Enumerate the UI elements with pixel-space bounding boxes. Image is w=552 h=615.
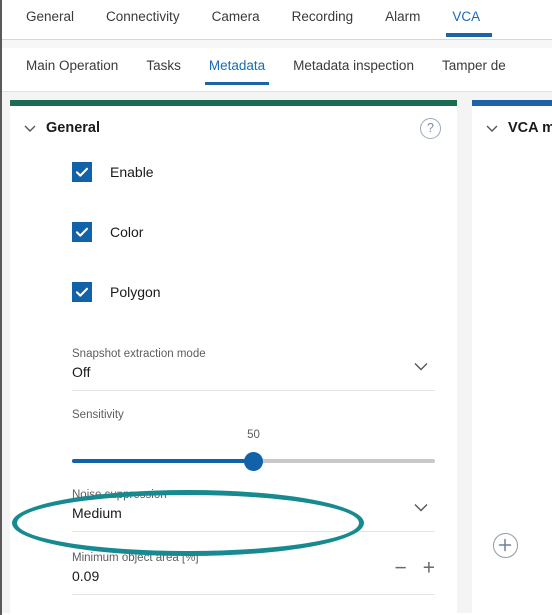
tab-general[interactable]: General (10, 0, 90, 35)
sensitivity-slider-block: Sensitivity 50 (72, 401, 435, 475)
snapshot-extraction-mode-dropdown[interactable]: Snapshot extraction mode Off (72, 340, 435, 391)
settings-window: General Connectivity Camera Recording Al… (0, 0, 552, 615)
snapshot-extraction-mode-value: Off (72, 364, 91, 380)
checkbox-label-color: Color (110, 224, 144, 240)
noise-suppression-label: Noise suppression (72, 489, 167, 501)
chevron-down-icon[interactable] (484, 120, 500, 136)
add-mask-button[interactable] (493, 533, 518, 558)
slider-thumb[interactable] (244, 452, 263, 471)
noise-suppression-value: Medium (72, 505, 122, 521)
general-panel: General ? Enable Color Polygon Snapshot … (10, 100, 457, 613)
stepper-controls: − + (394, 558, 435, 579)
noise-suppression-dropdown[interactable]: Noise suppression Medium (72, 481, 435, 532)
tab-alarm[interactable]: Alarm (369, 0, 436, 35)
vca-panel-title: VCA ma (508, 120, 552, 136)
vca-masks-panel: VCA ma (472, 100, 552, 613)
sensitivity-value: 50 (247, 429, 260, 441)
tab-connectivity[interactable]: Connectivity (90, 0, 196, 35)
checkbox-row-enable[interactable]: Enable (10, 142, 457, 202)
vca-panel-header[interactable]: VCA ma (472, 106, 552, 142)
subtab-main-operation[interactable]: Main Operation (12, 48, 132, 85)
sensitivity-label: Sensitivity (72, 409, 124, 421)
chevron-down-icon[interactable] (22, 120, 38, 136)
checkbox-label-polygon: Polygon (110, 284, 161, 300)
subtab-metadata[interactable]: Metadata (195, 48, 279, 85)
secondary-tab-bar: Main Operation Tasks Metadata Metadata i… (2, 48, 552, 92)
minimum-object-area-stepper[interactable]: Minimum object area [%] 0.09 − + (72, 544, 435, 595)
snapshot-extraction-mode-label: Snapshot extraction mode (72, 348, 206, 360)
checkbox-row-polygon[interactable]: Polygon (10, 262, 457, 322)
checkbox-row-color[interactable]: Color (10, 202, 457, 262)
subtab-tamper-detection[interactable]: Tamper de (428, 48, 520, 85)
panel-title: General (46, 120, 100, 136)
plus-icon[interactable]: + (423, 558, 435, 579)
subtab-tasks[interactable]: Tasks (132, 48, 195, 85)
tab-row-separator (2, 40, 552, 48)
checkbox-enable[interactable] (72, 162, 92, 182)
primary-tab-bar: General Connectivity Camera Recording Al… (2, 0, 552, 40)
subtab-metadata-inspection[interactable]: Metadata inspection (279, 48, 428, 85)
tab-recording[interactable]: Recording (276, 0, 370, 35)
minimum-object-area-value: 0.09 (72, 568, 100, 584)
minus-icon[interactable]: − (394, 558, 406, 579)
content-area: General ? Enable Color Polygon Snapshot … (2, 92, 552, 613)
tab-vca[interactable]: VCA (436, 0, 496, 37)
minimum-object-area-label: Minimum object area [%] (72, 552, 199, 564)
general-panel-header[interactable]: General ? (10, 106, 457, 142)
checkbox-polygon[interactable] (72, 282, 92, 302)
checkbox-color[interactable] (72, 222, 92, 242)
chevron-down-icon[interactable] (411, 497, 431, 517)
sensitivity-slider[interactable] (72, 452, 435, 471)
tab-camera[interactable]: Camera (196, 0, 276, 35)
help-icon[interactable]: ? (420, 118, 441, 139)
chevron-down-icon[interactable] (411, 356, 431, 376)
slider-fill (72, 459, 254, 463)
checkbox-label-enable: Enable (110, 164, 154, 180)
